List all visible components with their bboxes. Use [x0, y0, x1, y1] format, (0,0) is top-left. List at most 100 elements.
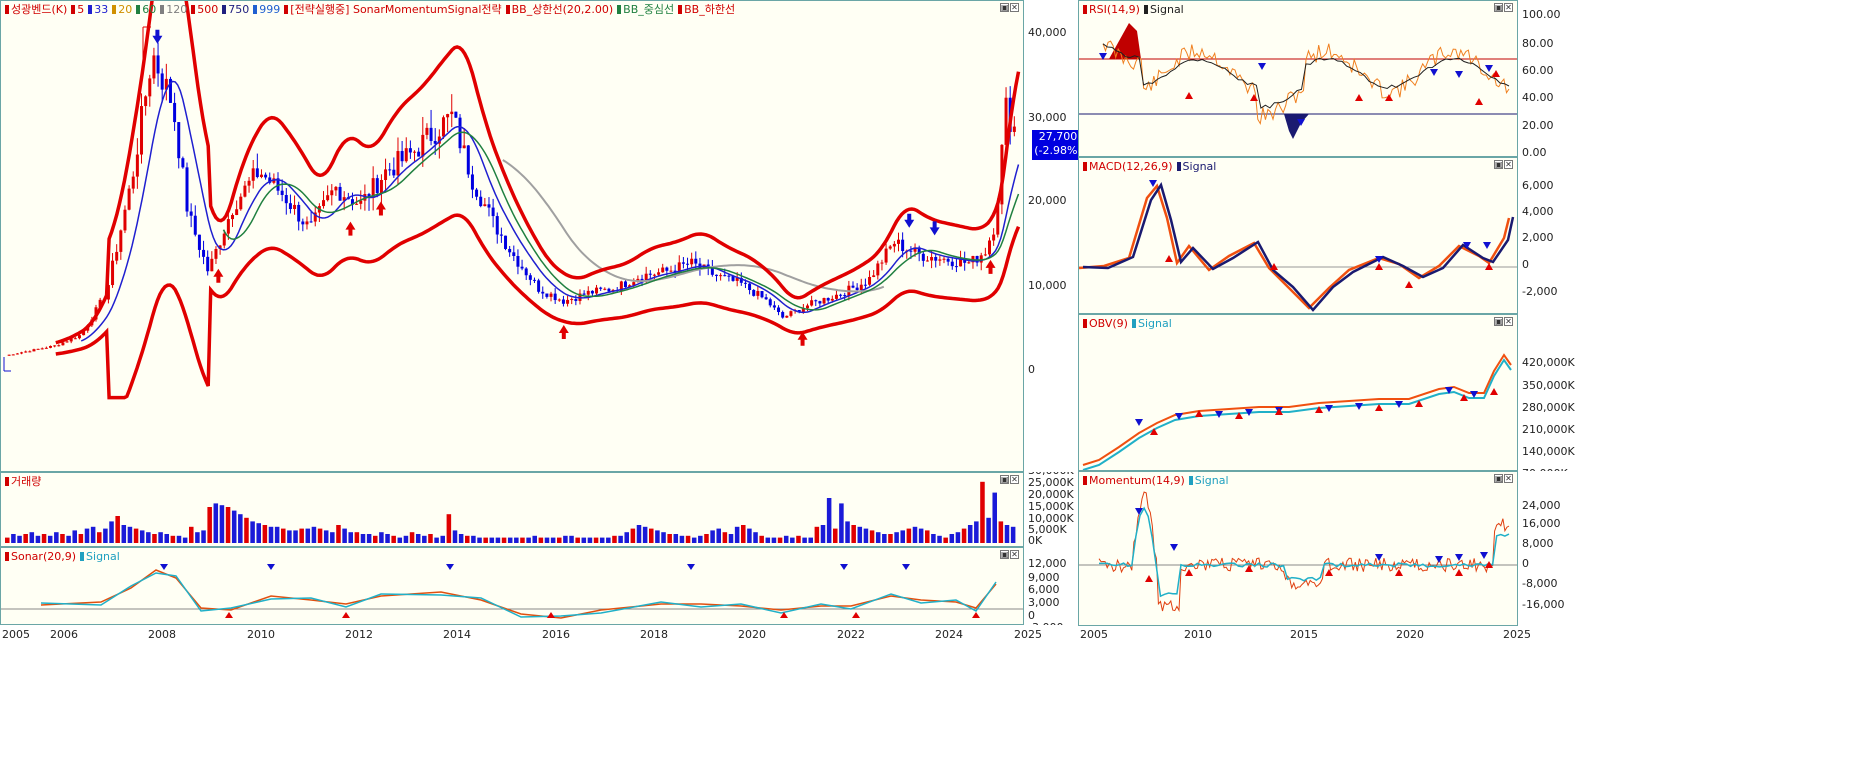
macd-chart-pane[interactable]: MACD(12,26,9) Signal ▣ ✕	[1078, 157, 1518, 314]
candle-body	[537, 280, 541, 292]
legend-item[interactable]: 20	[112, 3, 132, 16]
price-pane-controls[interactable]: ▣ ✕	[1000, 3, 1019, 12]
obv-plot[interactable]	[1079, 315, 1517, 470]
legend-label: RSI(14,9)	[1089, 3, 1140, 16]
maximize-icon[interactable]: ▣	[1494, 317, 1503, 326]
legend-item[interactable]: 33	[88, 3, 108, 16]
legend-item[interactable]: 750	[222, 3, 249, 16]
legend-item[interactable]: Momentum(14,9)	[1083, 474, 1185, 487]
maximize-icon[interactable]: ▣	[1000, 475, 1009, 484]
candle-body	[466, 145, 470, 175]
legend-item[interactable]: Sonar(20,9)	[5, 550, 76, 563]
candle-body	[404, 148, 408, 162]
sonar-plot[interactable]	[1, 548, 1023, 624]
legend-item[interactable]: BB_상한선(20,2.00)	[505, 3, 613, 16]
legend-item[interactable]: Signal	[1176, 160, 1216, 173]
close-icon[interactable]: ✕	[1010, 3, 1019, 12]
sonar-chart-pane[interactable]: Sonar(20,9) Signal ▣ ✕	[0, 547, 1024, 625]
legend-item[interactable]: MACD(12,26,9)	[1083, 160, 1173, 173]
volume-chart-pane[interactable]: 거래량 ▣ ✕	[0, 472, 1024, 547]
legend-item[interactable]: OBV(9)	[1083, 317, 1128, 330]
maximize-icon[interactable]: ▣	[1494, 160, 1503, 169]
candle-body	[582, 293, 586, 295]
candle-body	[301, 221, 305, 225]
legend-item[interactable]: 거래량	[5, 475, 41, 488]
volume-bar	[465, 535, 470, 543]
legend-label: 5	[77, 3, 85, 16]
candle-body	[756, 291, 760, 296]
momentum-chart-pane[interactable]: Momentum(14,9) Signal ▣ ✕	[1078, 471, 1518, 626]
volume-bar	[299, 528, 304, 543]
legend-item[interactable]: 성광벤드(K)	[5, 3, 67, 16]
volume-bar	[379, 532, 384, 543]
obv-pane-controls[interactable]: ▣ ✕	[1494, 317, 1513, 326]
legend-item[interactable]: 500	[191, 3, 218, 16]
candle-body	[375, 178, 379, 194]
volume-bar	[103, 528, 108, 543]
legend-item[interactable]: BB_중심선	[617, 3, 674, 16]
close-icon[interactable]: ✕	[1504, 3, 1513, 12]
volume-bar	[520, 537, 525, 543]
candle-body	[652, 274, 656, 276]
candle-body	[450, 111, 454, 115]
sell-arrow-icon	[687, 564, 695, 570]
current-change: (-2.98%)	[1034, 144, 1078, 157]
buy-arrow-icon	[1185, 92, 1193, 99]
legend-item[interactable]: [전략실행중] SonarMomentumSignal전략	[284, 3, 502, 16]
legend-item[interactable]: Signal	[1188, 474, 1229, 487]
candle-body	[181, 158, 185, 168]
candle-body	[561, 299, 565, 304]
close-icon[interactable]: ✕	[1504, 317, 1513, 326]
legend-item[interactable]: 999	[253, 3, 280, 16]
volume-bar	[47, 535, 53, 543]
legend-item[interactable]: Signal	[1143, 3, 1184, 16]
volume-bar	[213, 503, 219, 543]
volume-bar	[97, 532, 102, 543]
momentum-pane-controls[interactable]: ▣ ✕	[1494, 474, 1513, 483]
price-chart-pane[interactable]: 성광벤드(K) 5 33 20 60 120 500 750 999 [전략실행중] SonarM…	[0, 0, 1024, 472]
volume-plot[interactable]	[1, 473, 1023, 546]
legend-item[interactable]: 60	[136, 3, 156, 16]
volume-bar	[765, 537, 771, 543]
legend-item[interactable]: Signal	[80, 550, 120, 563]
legend-swatch	[1143, 5, 1148, 14]
rsi-plot[interactable]	[1079, 1, 1517, 156]
legend-item[interactable]: 120	[160, 3, 187, 16]
legend-swatch	[5, 5, 9, 14]
candle-body	[954, 266, 958, 268]
y-tick-label: 0.00	[1522, 146, 1547, 157]
buy-arrow-icon	[1325, 569, 1333, 576]
momentum-plot[interactable]	[1079, 472, 1517, 625]
close-icon[interactable]: ✕	[1504, 474, 1513, 483]
legend-item[interactable]: RSI(14,9)	[1083, 3, 1140, 16]
volume-bar	[489, 537, 495, 543]
legend-item[interactable]: BB_하한선	[678, 3, 735, 16]
candle-body	[441, 117, 445, 137]
candle-body	[214, 248, 218, 259]
maximize-icon[interactable]: ▣	[1494, 474, 1503, 483]
y-tick-label: -8,000	[1522, 577, 1558, 590]
price-plot[interactable]	[1, 1, 1023, 471]
close-icon[interactable]: ✕	[1010, 550, 1019, 559]
legend-item[interactable]: Signal	[1131, 317, 1172, 330]
macd-pane-controls[interactable]: ▣ ✕	[1494, 160, 1513, 169]
candle-body	[259, 174, 263, 178]
candle-body	[36, 348, 40, 350]
momentum-legend: Momentum(14,9) Signal	[1083, 474, 1233, 488]
volume-bar	[477, 537, 482, 543]
macd-plot[interactable]	[1079, 158, 1517, 313]
rsi-pane-controls[interactable]: ▣ ✕	[1494, 3, 1513, 12]
close-icon[interactable]: ✕	[1010, 475, 1019, 484]
maximize-icon[interactable]: ▣	[1000, 550, 1009, 559]
volume-pane-controls[interactable]: ▣ ✕	[1000, 475, 1019, 484]
legend-item[interactable]: 5	[71, 3, 84, 16]
maximize-icon[interactable]: ▣	[1000, 3, 1009, 12]
sonar-pane-controls[interactable]: ▣ ✕	[1000, 550, 1019, 559]
maximize-icon[interactable]: ▣	[1494, 3, 1503, 12]
legend-swatch	[191, 5, 196, 14]
close-icon[interactable]: ✕	[1504, 160, 1513, 169]
candle-body	[590, 290, 594, 294]
rsi-chart-pane[interactable]: RSI(14,9) Signal ▣ ✕	[1078, 0, 1518, 157]
obv-chart-pane[interactable]: OBV(9) Signal ▣ ✕	[1078, 314, 1518, 471]
buy-arrow-icon	[225, 612, 233, 618]
